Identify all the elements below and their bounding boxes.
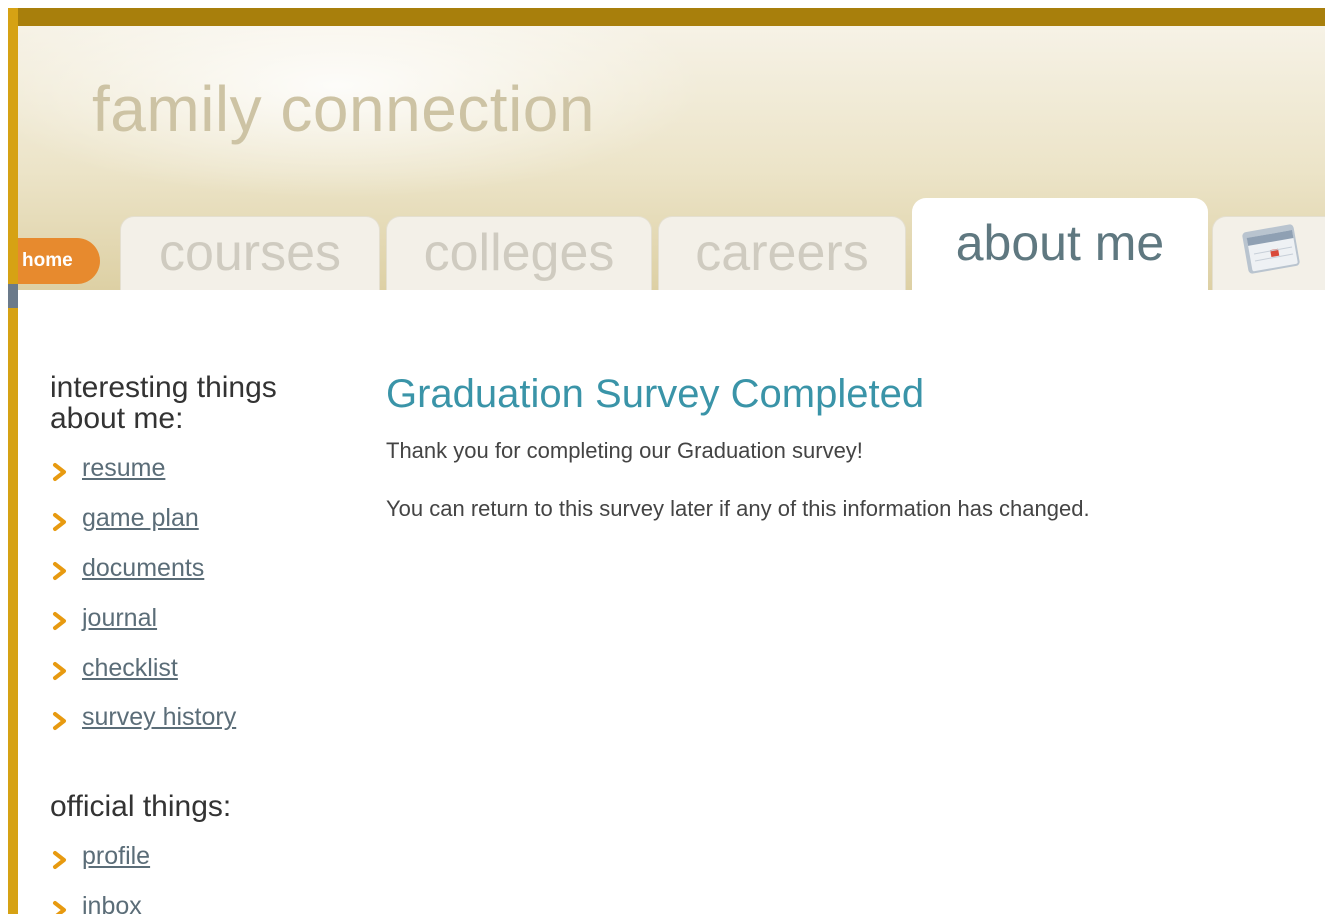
chevron-right-icon bbox=[53, 900, 66, 914]
top-stripe bbox=[10, 8, 1325, 26]
sidebar-item-survey-history: survey history bbox=[50, 693, 236, 743]
sidebar-heading-interesting-line2: about me: bbox=[50, 402, 184, 435]
sidebar-item-inbox: inbox bbox=[50, 882, 150, 914]
sidebar-link-checklist[interactable]: checklist bbox=[82, 654, 178, 683]
chevron-right-icon bbox=[53, 562, 66, 581]
sidebar-item-checklist: checklist bbox=[50, 643, 236, 693]
thanks-message: Thank you for completing our Graduation … bbox=[386, 438, 863, 463]
sidebar-item-resume: resume bbox=[50, 444, 236, 494]
tab-careers[interactable]: careers bbox=[658, 216, 906, 290]
sidebar-link-game-plan[interactable]: game plan bbox=[82, 504, 199, 533]
home-button[interactable]: home bbox=[10, 238, 100, 284]
official-links-list: profile inbox bbox=[50, 832, 150, 914]
chevron-right-icon bbox=[53, 512, 66, 531]
chevron-right-icon bbox=[53, 612, 66, 631]
sidebar-item-game-plan: game plan bbox=[50, 494, 236, 544]
sidebar-link-profile[interactable]: profile bbox=[82, 842, 150, 871]
sidebar-link-resume[interactable]: resume bbox=[82, 454, 165, 483]
left-border-accent bbox=[8, 284, 18, 308]
chevron-right-icon bbox=[53, 850, 66, 869]
chevron-right-icon bbox=[53, 711, 66, 730]
sidebar-link-documents[interactable]: documents bbox=[82, 554, 204, 583]
interesting-links-list: resume game plan documents journal check… bbox=[50, 444, 236, 743]
tab-about-me[interactable]: about me bbox=[912, 198, 1208, 292]
tab-colleges[interactable]: colleges bbox=[386, 216, 652, 290]
site-title: family connection bbox=[92, 73, 595, 145]
tab-courses[interactable]: courses bbox=[120, 216, 380, 290]
sidebar-link-survey-history[interactable]: survey history bbox=[82, 703, 236, 732]
sidebar-item-documents: documents bbox=[50, 544, 236, 594]
page-frame: family connection courses colleges caree… bbox=[0, 0, 1325, 914]
sidebar-item-profile: profile bbox=[50, 832, 150, 882]
chevron-right-icon bbox=[53, 462, 66, 481]
page-title: Graduation Survey Completed bbox=[386, 372, 925, 416]
calendar-icon[interactable] bbox=[1242, 222, 1302, 274]
sidebar-heading-interesting-line1: interesting things bbox=[50, 371, 277, 404]
sidebar-link-inbox[interactable]: inbox bbox=[82, 892, 142, 914]
left-border bbox=[8, 8, 18, 914]
sidebar-heading-official: official things: bbox=[50, 790, 232, 823]
sidebar-item-journal: journal bbox=[50, 593, 236, 643]
sidebar-link-journal[interactable]: journal bbox=[82, 604, 157, 633]
chevron-right-icon bbox=[53, 662, 66, 681]
return-message: You can return to this survey later if a… bbox=[386, 496, 1090, 521]
sidebar-heading-interesting: interesting things about me: bbox=[50, 372, 277, 434]
